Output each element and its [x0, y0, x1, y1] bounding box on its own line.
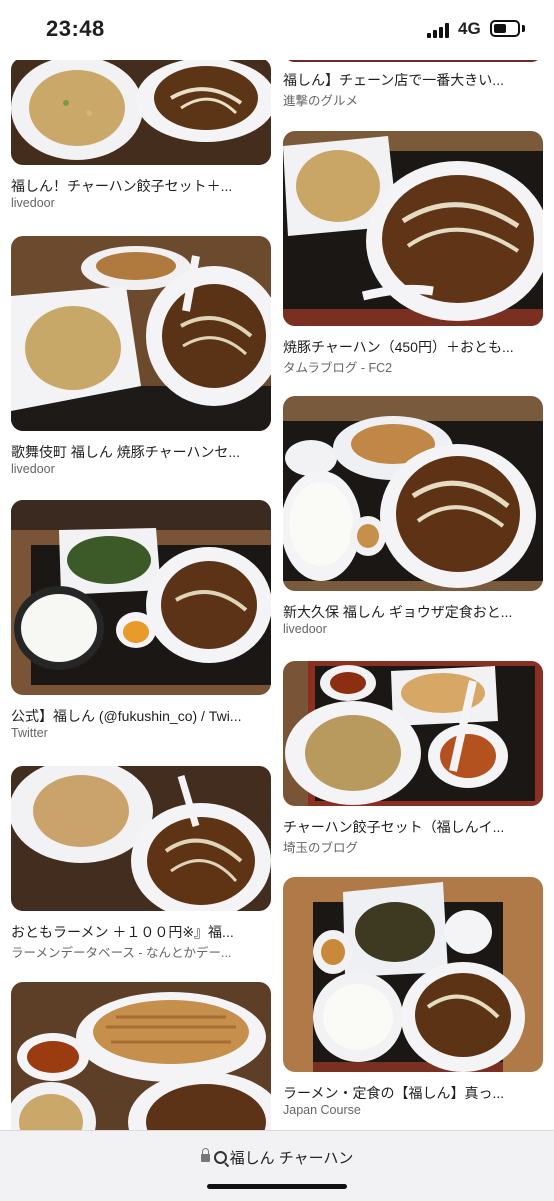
- food-photo-thumbnail[interactable]: [11, 766, 271, 911]
- status-time: 23:48: [46, 16, 105, 41]
- food-photo-thumbnail[interactable]: [11, 236, 271, 431]
- food-photo-thumbnail[interactable]: [11, 58, 271, 165]
- food-photo-thumbnail[interactable]: [283, 396, 543, 591]
- food-photo-thumbnail[interactable]: [283, 661, 543, 806]
- address-bar[interactable]: 福しん チャーハン: [0, 1147, 554, 1168]
- result-source: livedoor: [283, 622, 327, 636]
- result-source: livedoor: [11, 196, 55, 210]
- result-source: Japan Course: [283, 1103, 361, 1117]
- bottom-toolbar: 福しん チャーハン: [0, 1130, 554, 1201]
- home-indicator[interactable]: [207, 1184, 347, 1189]
- address-bar-query[interactable]: 福しん チャーハン: [230, 1150, 354, 1167]
- food-photo-thumbnail[interactable]: [283, 877, 543, 1072]
- result-source: ラーメンデータベース - なんとかデー...: [11, 946, 232, 960]
- food-photo-thumbnail[interactable]: [11, 982, 271, 1132]
- result-title[interactable]: 焼豚チャーハン（450円）＋おとも...: [283, 337, 543, 357]
- result-title[interactable]: おともラーメン ＋１００円※』福...: [11, 922, 271, 942]
- status-bar: 23:48 4G: [0, 0, 554, 60]
- result-source: Twitter: [11, 726, 48, 740]
- result-source: 埼玉のブログ: [283, 841, 359, 855]
- result-title[interactable]: チャーハン餃子セット（福しんイ...: [283, 817, 543, 837]
- result-title[interactable]: 福しん！チャーハン餃子セット＋...: [11, 176, 271, 196]
- battery-icon: [490, 20, 520, 37]
- search-icon: [213, 1150, 227, 1164]
- cellular-signal-icon: [427, 22, 453, 38]
- battery-tip: [522, 25, 525, 32]
- result-title[interactable]: 新大久保 福しん ギョウザ定食おと...: [283, 602, 543, 622]
- result-title[interactable]: 福しん】チェーン店で一番大きい...: [283, 70, 543, 90]
- lock-icon: [200, 1148, 210, 1163]
- result-source: 進撃のグルメ: [283, 94, 359, 108]
- food-photo-thumbnail[interactable]: [11, 500, 271, 695]
- result-title[interactable]: ラーメン・定食の【福しん】真っ...: [283, 1083, 543, 1103]
- food-photo-thumbnail[interactable]: [283, 131, 543, 326]
- result-title[interactable]: 公式】福しん (@fukushin_co) / Twi...: [11, 706, 271, 726]
- result-source: タムラブログ - FC2: [283, 361, 393, 375]
- network-type: 4G: [458, 19, 481, 38]
- result-source: livedoor: [11, 462, 55, 476]
- result-title[interactable]: 歌舞伎町 福しん 焼豚チャーハンセ...: [11, 442, 271, 462]
